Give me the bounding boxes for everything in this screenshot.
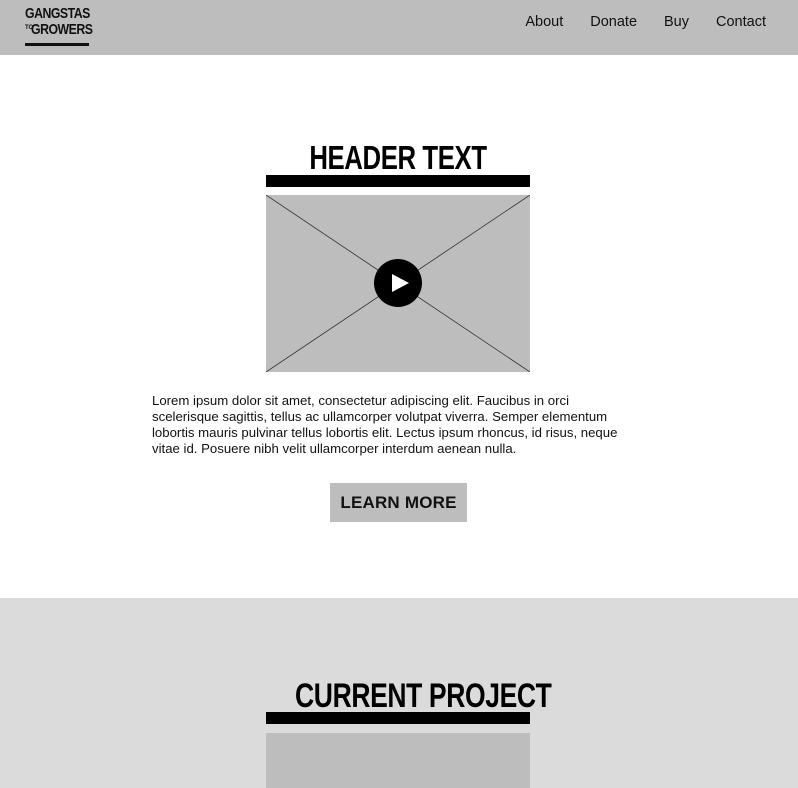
logo-line-2-wrap: TO GROWERS — [25, 21, 93, 39]
main-nav: About Donate Buy Contact — [525, 13, 766, 31]
logo-line-2: GROWERS — [31, 21, 93, 38]
current-project-media-placeholder — [266, 733, 530, 788]
video-placeholder[interactable] — [266, 195, 530, 372]
current-project-underline — [266, 712, 530, 724]
play-icon[interactable] — [374, 259, 422, 307]
logo-underline — [25, 43, 89, 46]
hero-title-underline — [266, 175, 530, 187]
nav-donate[interactable]: Donate — [590, 13, 637, 31]
nav-about[interactable]: About — [525, 13, 563, 31]
hero-title: HEADER TEXT — [309, 139, 487, 176]
nav-contact[interactable]: Contact — [716, 13, 766, 31]
current-project-title: CURRENT PROJECT — [295, 677, 552, 715]
learn-more-button[interactable]: LEARN MORE — [330, 483, 467, 522]
nav-buy[interactable]: Buy — [664, 13, 689, 31]
logo-line-1: GANGSTAS — [25, 5, 90, 22]
hero-body-text: Lorem ipsum dolor sit amet, consectetur … — [152, 393, 618, 456]
top-navbar: GANGSTAS TO GROWERS About Donate Buy Con… — [0, 0, 798, 55]
logo[interactable]: GANGSTAS TO GROWERS — [25, 5, 93, 46]
